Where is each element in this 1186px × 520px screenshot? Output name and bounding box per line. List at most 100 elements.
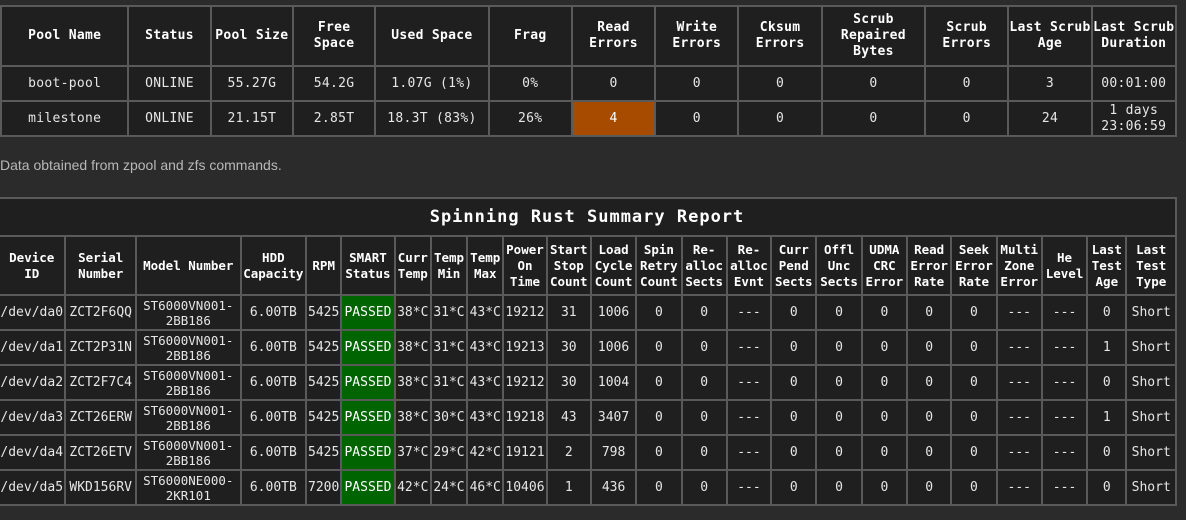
spinning-rust-summary-table: Spinning Rust Summary Report Device ID Se… — [0, 197, 1177, 506]
drive-cell-power-on-time: 10406 — [502, 469, 548, 506]
drive-row-dev-da5: /dev/da5 WKD156RV ST6000NE000-2KR101 6.00TB… — [0, 469, 1177, 506]
pool-cell-write-errors: 0 — [654, 65, 740, 102]
drive-cell-power-on-time: 19213 — [502, 329, 548, 366]
report-title: Spinning Rust Summary Report — [0, 197, 1177, 237]
rust-header-temp-max: Temp Max — [466, 235, 505, 296]
pool-cell-read-errors: 4 — [570, 100, 657, 137]
drive-row-dev-da2: /dev/da2 ZCT2F7C4 ST6000VN001-2BB186 6.00TB… — [0, 364, 1177, 401]
report-title-row: Spinning Rust Summary Report — [0, 197, 1177, 237]
pool-cell-pool-name: boot-pool — [0, 65, 130, 102]
pool-header-pool-name: Pool Name — [0, 5, 130, 67]
drive-cell-smart-status: PASSED — [340, 329, 396, 366]
drive-cell-re-alloc-evnt: --- — [725, 399, 773, 436]
rust-header-seek-error-rate: Seek Error Rate — [950, 235, 998, 296]
rust-header-power-on-time: Power On Time — [502, 235, 548, 296]
pool-cell-status: ONLINE — [127, 100, 212, 137]
drive-cell-last-test-type: Short — [1125, 329, 1177, 366]
drive-cell-device-id: /dev/da3 — [0, 399, 67, 436]
drive-cell-power-on-time: 19212 — [502, 294, 548, 331]
drive-cell-power-on-time: 19218 — [502, 399, 548, 436]
drive-cell-multi-zone-error: --- — [995, 434, 1043, 471]
pool-cell-pool-size: 21.15T — [209, 100, 294, 137]
rust-header-load-cycle-count: Load Cycle Count — [589, 235, 638, 296]
rust-header-start-stop-count: Start Stop Count — [545, 235, 592, 296]
drive-cell-temp-min: 24*C — [429, 469, 469, 506]
drive-cell-spin-retry-count: 0 — [635, 294, 683, 331]
data-source-note: Data obtained from zpool and zfs command… — [0, 157, 282, 173]
drive-cell-offl-unc-sects: 0 — [815, 469, 863, 506]
drive-cell-temp-min: 31*C — [429, 329, 469, 366]
pool-cell-frag: 26% — [487, 100, 573, 137]
drive-cell-multi-zone-error: --- — [995, 364, 1043, 401]
drive-cell-start-stop-count: 30 — [545, 329, 592, 366]
drive-cell-he-level: --- — [1040, 434, 1089, 471]
drive-cell-device-id: /dev/da4 — [0, 434, 67, 471]
pool-cell-pool-name: milestone — [0, 100, 130, 137]
pool-header-pool-size: Pool Size — [209, 5, 294, 67]
drive-cell-start-stop-count: 43 — [545, 399, 592, 436]
drive-cell-curr-temp: 38*C — [393, 329, 432, 366]
drive-cell-re-alloc-evnt: --- — [725, 329, 773, 366]
drive-row-dev-da1: /dev/da1 ZCT2P31N ST6000VN001-2BB186 6.00TB… — [0, 329, 1177, 366]
drive-cell-rpm: 5425 — [305, 434, 343, 471]
drive-cell-curr-temp: 38*C — [393, 399, 432, 436]
drive-cell-last-test-type: Short — [1125, 469, 1177, 506]
pool-header-write-errors: Write Errors — [654, 5, 740, 67]
drive-cell-last-test-type: Short — [1125, 434, 1177, 471]
drive-cell-he-level: --- — [1040, 294, 1089, 331]
drive-cell-seek-error-rate: 0 — [950, 329, 998, 366]
drive-cell-rpm: 5425 — [305, 329, 343, 366]
drive-cell-re-alloc-sects: 0 — [680, 294, 728, 331]
drive-cell-temp-min: 29*C — [429, 434, 469, 471]
drive-cell-udma-crc-error: 0 — [860, 329, 909, 366]
drive-cell-device-id: /dev/da0 — [0, 294, 67, 331]
pool-cell-free-space: 54.2G — [291, 65, 377, 102]
drive-cell-temp-min: 31*C — [429, 364, 469, 401]
drive-cell-temp-max: 43*C — [466, 294, 505, 331]
rust-header-device-id: Device ID — [0, 235, 67, 296]
rust-header-spin-retry-count: Spin Retry Count — [635, 235, 683, 296]
drive-cell-offl-unc-sects: 0 — [815, 364, 863, 401]
pool-header-frag: Frag — [487, 5, 573, 67]
drive-cell-spin-retry-count: 0 — [635, 434, 683, 471]
drive-cell-serial-number: WKD156RV — [64, 469, 137, 506]
drive-cell-rpm: 5425 — [305, 399, 343, 436]
drive-cell-hdd-capacity: 6.00TB — [239, 434, 308, 471]
pool-header-read-errors: Read Errors — [570, 5, 657, 67]
drive-cell-re-alloc-sects: 0 — [680, 399, 728, 436]
drive-cell-serial-number: ZCT2F7C4 — [64, 364, 137, 401]
drive-cell-hdd-capacity: 6.00TB — [239, 399, 308, 436]
drive-cell-udma-crc-error: 0 — [860, 399, 909, 436]
drive-cell-temp-max: 46*C — [466, 469, 505, 506]
rust-header-rpm: RPM — [305, 235, 343, 296]
rust-header-smart-status: SMART Status — [340, 235, 396, 296]
drive-cell-re-alloc-sects: 0 — [680, 434, 728, 471]
pool-cell-status: ONLINE — [127, 65, 212, 102]
drive-cell-curr-pend-sects: 0 — [770, 469, 818, 506]
drive-cell-serial-number: ZCT26ETV — [64, 434, 137, 471]
rust-header-re-alloc-evnt: Re-alloc Evnt — [725, 235, 773, 296]
drive-cell-read-error-rate: 0 — [905, 469, 953, 506]
drive-cell-load-cycle-count: 1006 — [589, 294, 638, 331]
drive-cell-offl-unc-sects: 0 — [815, 434, 863, 471]
pool-header-last-scrub-duration: Last Scrub Duration — [1090, 5, 1178, 67]
drive-cell-model-number: ST6000VN001-2BB186 — [134, 329, 242, 366]
drive-cell-re-alloc-sects: 0 — [680, 329, 728, 366]
pool-cell-scrub-repaired-bytes: 0 — [820, 65, 927, 102]
pool-status-table: Pool Name Status Pool Size Free Space Used S… — [0, 5, 1178, 137]
drive-cell-start-stop-count: 2 — [545, 434, 592, 471]
drive-cell-last-test-type: Short — [1125, 399, 1177, 436]
drive-cell-smart-status: PASSED — [340, 434, 396, 471]
drive-cell-multi-zone-error: --- — [995, 469, 1043, 506]
drive-cell-temp-max: 42*C — [466, 434, 505, 471]
pool-header-last-scrub-age: Last Scrub Age — [1007, 5, 1093, 67]
drive-cell-curr-temp: 37*C — [393, 434, 432, 471]
drive-cell-power-on-time: 19212 — [502, 364, 548, 401]
pool-header-scrub-repaired-bytes: Scrub Repaired Bytes — [820, 5, 927, 67]
drive-cell-multi-zone-error: --- — [995, 329, 1043, 366]
drive-cell-temp-max: 43*C — [466, 399, 505, 436]
drive-cell-serial-number: ZCT2F6QQ — [64, 294, 137, 331]
pool-header-row: Pool Name Status Pool Size Free Space Used S… — [0, 5, 1178, 67]
rust-header-last-test-type: Last Test Type — [1125, 235, 1177, 296]
pool-header-status: Status — [127, 5, 212, 67]
